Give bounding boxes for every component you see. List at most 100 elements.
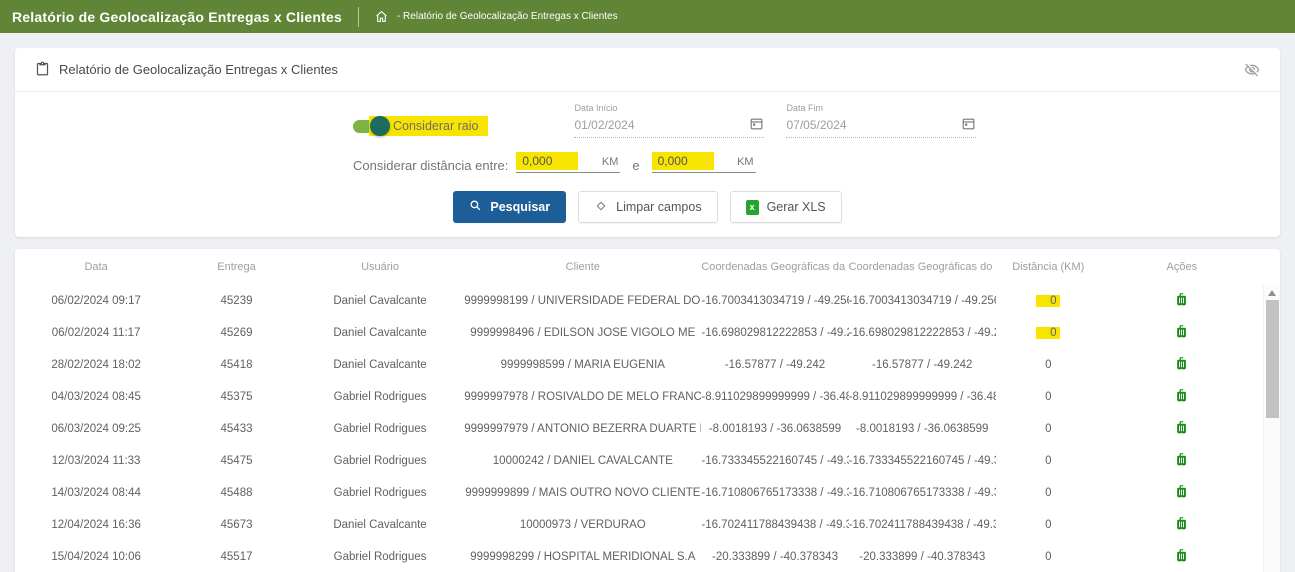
date-end-field[interactable]: Data Fim 07/05/2024 (786, 103, 976, 138)
filter-card: Relatório de Geolocalização Entregas x C… (15, 48, 1280, 237)
cell-entrega: 45488 (177, 487, 296, 499)
table-body: 06/02/2024 09:17 45239 Daniel Cavalcante… (15, 285, 1280, 572)
cell-data: 06/02/2024 11:17 (15, 327, 177, 339)
luggage-action-icon[interactable] (1174, 516, 1189, 531)
cell-cliente: 9999997979 / ANTONIO BEZERRA DUARTE NETO (464, 423, 701, 435)
cell-usuario: Gabriel Rodrigues (296, 391, 464, 403)
cell-distancia: 0 (996, 551, 1101, 563)
date-start-field[interactable]: Data Início 01/02/2024 (574, 103, 764, 138)
clear-fields-button[interactable]: Limpar campos (578, 191, 717, 223)
cell-acoes (1101, 292, 1263, 310)
cell-coord-cliente: -16.733345522160745 / -49.343476 (849, 455, 996, 467)
cell-entrega: 45418 (177, 359, 296, 371)
generate-xls-button[interactable]: x Gerar XLS (730, 191, 842, 223)
luggage-action-icon[interactable] (1174, 484, 1189, 499)
cell-usuario: Daniel Cavalcante (296, 359, 464, 371)
table-row: 04/03/2024 08:45 45375 Gabriel Rodrigues… (15, 381, 1280, 413)
cell-distancia: 0 (996, 519, 1101, 531)
cell-usuario: Daniel Cavalcante (296, 327, 464, 339)
luggage-action-icon[interactable] (1174, 420, 1189, 435)
cell-data: 12/04/2024 16:36 (15, 519, 177, 531)
cell-cliente: 9999998299 / HOSPITAL MERIDIONAL S.A (464, 551, 701, 563)
cell-coord-cliente: -8.911029899999999 / -36.484621 (849, 391, 996, 403)
cell-acoes (1101, 516, 1263, 534)
filter-card-header: Relatório de Geolocalização Entregas x C… (15, 48, 1280, 92)
cell-usuario: Daniel Cavalcante (296, 295, 464, 307)
cell-coord-entrega: -16.698029812222853 / -49.2549 (701, 327, 848, 339)
col-header-coord-entrega: Coordenadas Geográficas da Entreg (701, 261, 848, 273)
cell-entrega: 45433 (177, 423, 296, 435)
col-header-cliente: Cliente (464, 261, 701, 273)
luggage-action-icon[interactable] (1174, 388, 1189, 403)
visibility-off-icon[interactable] (1244, 62, 1260, 78)
cell-entrega: 45375 (177, 391, 296, 403)
distance-min-field: 0,000 KM (516, 152, 620, 173)
date-start-value[interactable]: 01/02/2024 (574, 118, 634, 132)
cell-acoes (1101, 484, 1263, 502)
page-body: Relatório de Geolocalização Entregas x C… (0, 33, 1295, 572)
date-end-value[interactable]: 07/05/2024 (786, 118, 846, 132)
date-range: Data Início 01/02/2024 (574, 103, 976, 138)
cell-acoes (1101, 452, 1263, 470)
cell-coord-entrega: -16.7003413034719 / -49.256287 (701, 295, 848, 307)
clipboard-icon (35, 61, 50, 79)
luggage-action-icon[interactable] (1174, 356, 1189, 371)
luggage-action-icon[interactable] (1174, 292, 1189, 307)
cell-cliente: 10000973 / VERDURAO (464, 519, 701, 531)
cell-distancia: 0 (996, 487, 1101, 499)
cell-coord-entrega: -16.702411788439438 / -49.3021 (701, 519, 848, 531)
cell-distancia: 0 (996, 327, 1101, 339)
table-row: 12/04/2024 16:36 45673 Daniel Cavalcante… (15, 509, 1280, 541)
table-row: 28/02/2024 18:02 45418 Daniel Cavalcante… (15, 349, 1280, 381)
home-icon[interactable] (375, 10, 388, 23)
distance-max-field: 0,000 KM (652, 152, 756, 173)
date-start-label: Data Início (574, 103, 764, 113)
cell-coord-cliente: -16.7003413034719 / -49.2562877 (849, 295, 996, 307)
distance-min-unit: KM (602, 156, 621, 168)
luggage-action-icon[interactable] (1174, 452, 1189, 467)
luggage-action-icon[interactable] (1174, 548, 1189, 563)
cell-usuario: Gabriel Rodrigues (296, 455, 464, 467)
eraser-icon (594, 199, 608, 216)
cell-usuario: Daniel Cavalcante (296, 519, 464, 531)
calendar-icon[interactable] (961, 116, 976, 134)
col-header-acoes: Ações (1101, 261, 1263, 273)
cell-cliente: 9999998599 / MARIA EUGENIA (464, 359, 701, 371)
cell-distancia: 0 (996, 391, 1101, 403)
cell-coord-cliente: -16.698029812222853 / -49.25490 (849, 327, 996, 339)
table-row: 06/02/2024 09:17 45239 Daniel Cavalcante… (15, 285, 1280, 317)
search-button[interactable]: Pesquisar (453, 191, 566, 223)
cell-coord-entrega: -8.0018193 / -36.0638599 (701, 423, 848, 435)
calendar-icon[interactable] (749, 116, 764, 134)
filter-actions: Pesquisar Limpar campos x Gerar XLS (15, 191, 1280, 223)
cell-coord-entrega: -20.333899 / -40.378343 (701, 551, 848, 563)
cell-cliente: 9999997978 / ROSIVALDO DE MELO FRANCO (464, 391, 701, 403)
breadcrumb: - Relatório de Geolocalização Entregas x… (375, 10, 618, 23)
cell-cliente: 9999998496 / EDILSON JOSE VIGOLO ME (464, 327, 701, 339)
scrollbar-thumb[interactable] (1266, 300, 1279, 418)
page-title: Relatório de Geolocalização Entregas x C… (0, 9, 358, 25)
breadcrumb-label: - Relatório de Geolocalização Entregas x… (397, 11, 618, 22)
distance-max-input[interactable]: 0,000 (652, 152, 714, 170)
distance-min-input[interactable]: 0,000 (516, 152, 578, 170)
scroll-up-arrow-icon[interactable] (1268, 290, 1276, 296)
results-table: Data Entrega Usuário Cliente Coordenadas… (15, 249, 1280, 572)
distance-connector: e (632, 158, 639, 173)
vertical-scrollbar[interactable] (1263, 285, 1280, 572)
cell-usuario: Gabriel Rodrigues (296, 551, 464, 563)
col-header-distancia: Distância (KM) (996, 261, 1101, 273)
cell-coord-cliente: -20.333899 / -40.378343 (849, 551, 996, 563)
col-header-entrega: Entrega (177, 261, 296, 273)
cell-coord-cliente: -16.57877 / -49.242 (849, 359, 996, 371)
cell-usuario: Gabriel Rodrigues (296, 487, 464, 499)
app-header: Relatório de Geolocalização Entregas x C… (0, 0, 1295, 33)
cell-acoes (1101, 388, 1263, 406)
cell-coord-entrega: -16.733345522160745 / -49.3434 (701, 455, 848, 467)
table-row: 14/03/2024 08:44 45488 Gabriel Rodrigues… (15, 477, 1280, 509)
filter-card-title: Relatório de Geolocalização Entregas x C… (59, 62, 338, 77)
cell-cliente: 9999998199 / UNIVERSIDADE FEDERAL DO RIO… (464, 295, 701, 307)
luggage-action-icon[interactable] (1174, 324, 1189, 339)
distance-max-unit: KM (737, 156, 756, 168)
cell-data: 04/03/2024 08:45 (15, 391, 177, 403)
consider-radius-toggle-group: Considerar raio (353, 114, 488, 138)
